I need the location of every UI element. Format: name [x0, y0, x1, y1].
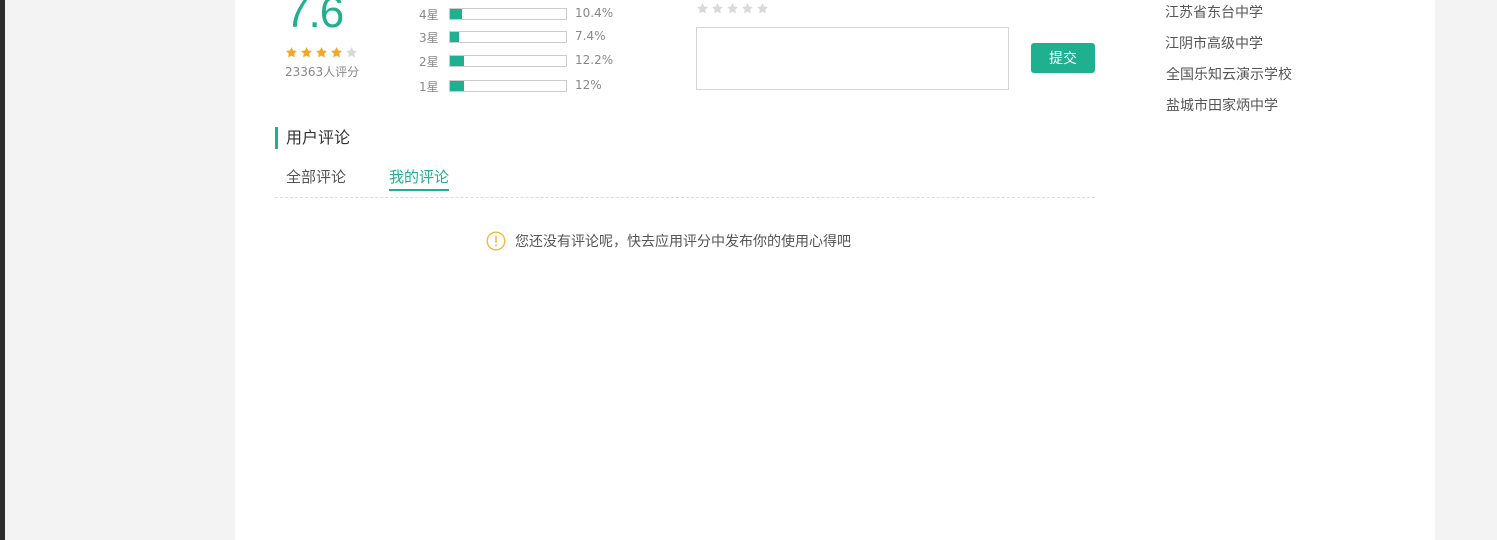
section-title: 用户评论 — [275, 127, 350, 149]
distribution-bar — [449, 8, 567, 20]
star-icon[interactable] — [696, 2, 709, 15]
tabs-divider — [275, 197, 1095, 198]
distribution-percent: 10.4% — [575, 6, 614, 20]
empty-message-text: 您还没有评论呢，快去应用评分中发布你的使用心得吧 — [515, 234, 851, 250]
average-score: 7.6 — [285, 0, 344, 37]
star-icon — [316, 47, 327, 58]
empty-comments-message: 您还没有评论呢，快去应用评分中发布你的使用心得吧 — [486, 231, 851, 251]
submit-button[interactable]: 提交 — [1031, 43, 1095, 73]
school-list-item[interactable]: 全国乐知云演示学校 — [1166, 64, 1292, 84]
distribution-fill — [450, 81, 464, 91]
star-icon — [346, 47, 357, 58]
distribution-label: 3星 — [419, 31, 439, 45]
star-icon — [301, 47, 312, 58]
star-icon[interactable] — [756, 2, 769, 15]
distribution-fill — [450, 56, 465, 66]
tab-all-comments[interactable]: 全部评论 — [286, 166, 346, 189]
school-list-item[interactable]: 江苏省东台中学 — [1165, 2, 1263, 22]
window-left-edge — [0, 0, 5, 540]
distribution-bar — [449, 31, 567, 43]
school-list-item[interactable]: 盐城市田家炳中学 — [1166, 95, 1278, 115]
average-stars — [285, 44, 360, 58]
distribution-percent: 7.4% — [575, 29, 606, 43]
rating-count: 23363人评分 — [285, 65, 360, 79]
distribution-label: 1星 — [419, 80, 439, 94]
user-rating-stars[interactable] — [696, 0, 771, 14]
tab-my-comments[interactable]: 我的评论 — [389, 166, 450, 191]
main-page: 7.6 23363人评分 4星 10.4% 3星 7.4% 2星 12.2% 1… — [235, 0, 1435, 540]
star-icon — [331, 47, 342, 58]
star-icon[interactable] — [741, 2, 754, 15]
review-textarea[interactable] — [696, 27, 1009, 90]
distribution-bar — [449, 80, 567, 92]
warning-icon — [486, 231, 506, 251]
distribution-label: 2星 — [419, 55, 439, 69]
distribution-bar — [449, 55, 567, 67]
star-icon[interactable] — [711, 2, 724, 15]
distribution-percent: 12.2% — [575, 53, 614, 67]
distribution-percent: 12% — [575, 78, 602, 92]
distribution-label: 4星 — [419, 8, 439, 22]
star-icon[interactable] — [726, 2, 739, 15]
distribution-fill — [450, 32, 459, 42]
distribution-fill — [450, 9, 463, 19]
star-icon — [286, 47, 297, 58]
school-list-item[interactable]: 江阴市高级中学 — [1165, 33, 1263, 53]
